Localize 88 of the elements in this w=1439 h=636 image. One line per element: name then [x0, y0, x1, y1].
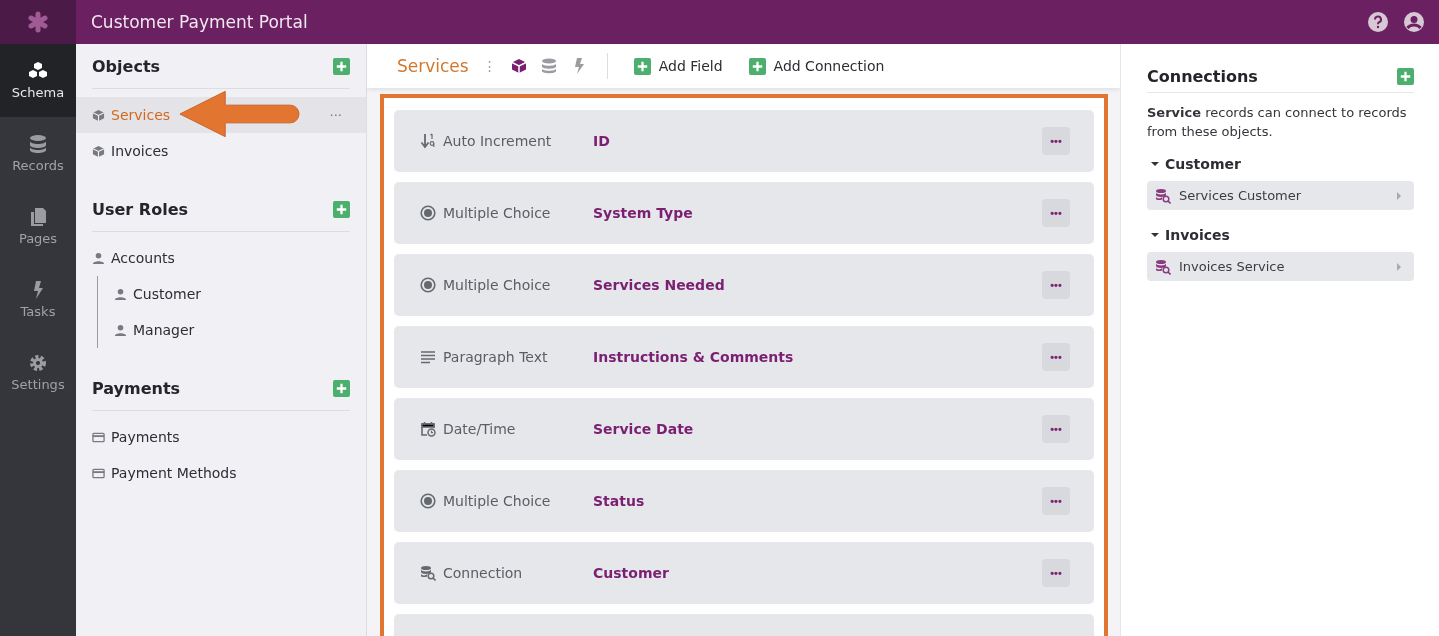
person-icon — [114, 323, 127, 337]
caret-icon — [1396, 262, 1402, 271]
nav-item[interactable]: Schema — [0, 44, 76, 117]
field-name: System Type — [593, 205, 694, 221]
sidebar-item[interactable]: Manager — [98, 312, 366, 348]
field-name: Services Needed — [593, 277, 726, 293]
more-button[interactable]: ••• — [1042, 343, 1070, 371]
calendar-clock-icon — [420, 421, 436, 437]
help-icon[interactable] — [1367, 11, 1389, 33]
database-icon[interactable] — [540, 58, 557, 74]
field-name: ID — [593, 133, 611, 149]
field-type: Date/Time — [443, 421, 516, 437]
sidebar-item[interactable]: Payment Methods — [76, 455, 366, 491]
card-icon — [92, 430, 105, 444]
field-type: Multiple Choice — [443, 277, 551, 293]
more-button[interactable]: ••• — [1042, 127, 1070, 155]
more-button[interactable]: ••• — [1042, 559, 1070, 587]
group-toggle[interactable]: Invoices — [1147, 218, 1230, 252]
section-title: User Roles — [92, 199, 188, 219]
account-icon[interactable] — [1403, 11, 1425, 33]
nav-item[interactable]: Tasks — [0, 263, 76, 336]
person-icon — [92, 251, 105, 265]
sidebar-item[interactable]: Customer — [98, 276, 366, 312]
more-button[interactable]: ••• — [1042, 271, 1070, 299]
field-row[interactable]: Date/Time Service Date ••• — [394, 398, 1094, 460]
field-row[interactable]: Connection Customer ••• — [394, 542, 1094, 604]
field-type: Paragraph Text — [443, 349, 548, 365]
panel-title: Connections — [1147, 66, 1258, 86]
field-row[interactable]: Multiple Choice Status ••• — [394, 470, 1094, 532]
add-icon[interactable] — [1397, 67, 1414, 85]
cubes-icon — [28, 61, 48, 81]
database-search-icon — [1155, 187, 1171, 204]
add-icon[interactable] — [333, 57, 350, 75]
field-row[interactable]: Paragraph Text Instructions & Comments ••• — [394, 326, 1094, 388]
person-icon — [114, 287, 127, 301]
sidebar-item[interactable]: Accounts — [76, 240, 366, 276]
sort-numeric-icon — [420, 133, 436, 149]
section-title: Objects — [92, 56, 161, 76]
paragraph-icon — [420, 349, 436, 365]
add-button[interactable]: Add Field — [627, 57, 729, 75]
nav-item[interactable]: Pages — [0, 190, 76, 263]
caret-icon — [1396, 191, 1402, 200]
radio-icon — [420, 493, 436, 509]
field-type: Connection — [443, 565, 523, 581]
field-row[interactable]: Multiple Choice System Type ••• — [394, 182, 1094, 244]
panel-description: Service records can connect to records from these objects. — [1147, 104, 1408, 141]
sidebar-item[interactable]: Payments — [76, 419, 366, 455]
cube-icon — [92, 144, 105, 158]
field-name: Instructions & Comments — [593, 349, 795, 365]
more-button[interactable]: ••• — [1042, 199, 1070, 227]
field-row[interactable]: Auto Increment ID ••• — [394, 110, 1094, 172]
field-name: Status — [593, 493, 646, 509]
card-icon — [92, 466, 105, 480]
cube-icon[interactable] — [510, 58, 527, 74]
app-title: Customer Payment Portal — [91, 12, 309, 32]
cube-icon — [92, 108, 105, 122]
radio-icon — [420, 277, 436, 293]
field-name: Customer — [593, 565, 670, 581]
radio-icon — [420, 205, 436, 221]
add-icon[interactable] — [333, 379, 350, 397]
database-icon — [28, 134, 48, 154]
add-button[interactable]: Add Connection — [742, 57, 891, 75]
section-title: Payments — [92, 378, 181, 398]
caret-icon — [1151, 160, 1159, 168]
settings-icon — [28, 353, 48, 373]
pages-icon — [28, 207, 48, 227]
add-icon[interactable] — [633, 57, 651, 75]
group-toggle[interactable]: Customer — [1147, 147, 1241, 181]
field-type: Auto Increment — [443, 133, 552, 149]
field-type: Multiple Choice — [443, 493, 551, 509]
add-icon[interactable] — [748, 57, 766, 75]
database-search-icon — [1155, 258, 1171, 275]
connection-item[interactable]: Services Customer — [1147, 181, 1414, 210]
add-icon[interactable] — [333, 200, 350, 218]
object-title: Services — [397, 56, 469, 76]
nav-item[interactable]: Records — [0, 117, 76, 190]
sidebar-item[interactable]: Invoices — [76, 133, 366, 169]
field-name: Service Date — [593, 421, 695, 437]
field-row[interactable]: Multiple Choice Services Needed ••• — [394, 254, 1094, 316]
asterisk-logo-icon[interactable] — [27, 11, 49, 33]
connection-item[interactable]: Invoices Service — [1147, 252, 1414, 281]
more-button[interactable]: ••• — [1042, 415, 1070, 443]
more-menu[interactable]: ··· — [329, 107, 342, 123]
nav-item[interactable]: Settings — [0, 336, 76, 409]
field-type: Multiple Choice — [443, 205, 551, 221]
caret-icon — [1151, 231, 1159, 239]
more-button[interactable]: ••• — [1042, 487, 1070, 515]
database-search-icon — [420, 565, 436, 581]
